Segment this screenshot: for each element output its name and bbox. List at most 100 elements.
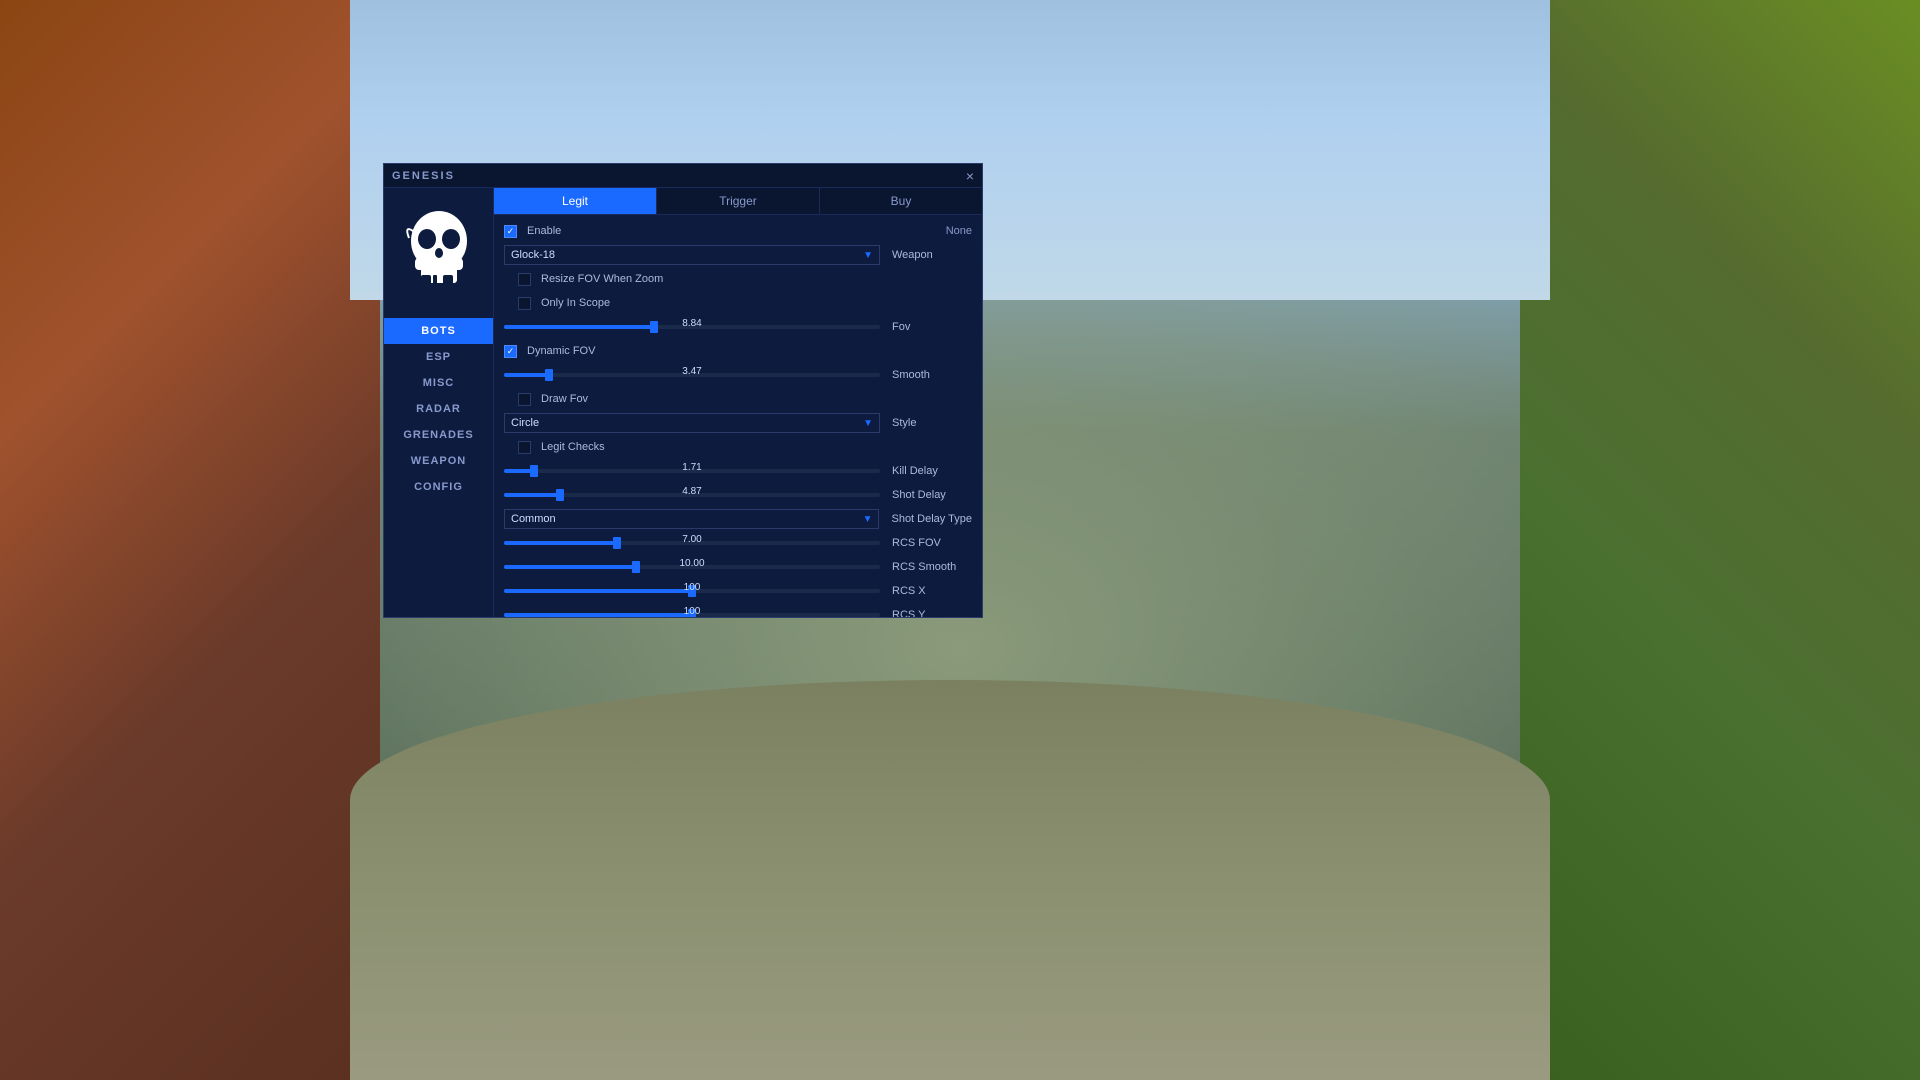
rcs-smooth-slider-thumb[interactable]	[632, 561, 640, 573]
kill-delay-slider-container: 1.71	[504, 464, 880, 478]
shot-delay-type-row: Common ▼ Shot Delay Type	[504, 509, 972, 529]
smooth-slider-fill	[504, 373, 549, 377]
resize-fov-row: Resize FOV When Zoom	[504, 269, 972, 289]
style-dropdown-arrow: ▼	[863, 418, 873, 429]
smooth-slider-track	[504, 373, 880, 377]
shot-delay-type-value: Common	[511, 513, 556, 525]
weapon-dropdown-arrow: ▼	[863, 250, 873, 261]
main-content: Legit Trigger Buy ✓ Enable None	[494, 188, 982, 617]
sidebar-item-esp[interactable]: ESP	[384, 344, 493, 370]
sidebar-item-config[interactable]: CONFIG	[384, 474, 493, 500]
rcs-y-slider-fill	[504, 613, 692, 617]
draw-fov-label: Draw Fov	[541, 393, 588, 405]
rcs-fov-slider-track	[504, 541, 880, 545]
sidebar-item-misc[interactable]: MISC	[384, 370, 493, 396]
rcs-y-slider-container: 100	[504, 608, 880, 617]
kill-delay-slider-thumb[interactable]	[530, 465, 538, 477]
tab-trigger[interactable]: Trigger	[657, 188, 820, 214]
draw-fov-wrapper: Draw Fov	[518, 393, 588, 406]
style-dropdown[interactable]: Circle ▼	[504, 413, 880, 433]
shot-delay-slider-container: 4.87	[504, 488, 880, 502]
rcs-fov-row: 7.00 RCS FOV	[504, 533, 972, 553]
fov-slider-track	[504, 325, 880, 329]
legit-checks-checkbox[interactable]	[518, 441, 531, 454]
weapon-label: Weapon	[892, 249, 972, 261]
fov-slider-thumb[interactable]	[650, 321, 658, 333]
only-in-scope-label: Only In Scope	[541, 297, 610, 309]
shot-delay-type-arrow: ▼	[863, 514, 873, 525]
only-in-scope-wrapper: Only In Scope	[518, 297, 610, 310]
tab-bar: Legit Trigger Buy	[494, 188, 982, 215]
resize-fov-label: Resize FOV When Zoom	[541, 273, 663, 285]
sidebar-item-bots[interactable]: BOTS	[384, 318, 493, 344]
legit-checks-wrapper: Legit Checks	[518, 441, 605, 454]
dynamic-fov-row: ✓ Dynamic FOV	[504, 341, 972, 361]
resize-fov-wrapper: Resize FOV When Zoom	[518, 273, 663, 286]
shot-delay-slider-thumb[interactable]	[556, 489, 564, 501]
only-in-scope-row: Only In Scope	[504, 293, 972, 313]
bg-ground	[350, 680, 1550, 1080]
rcs-y-slider-thumb[interactable]	[688, 609, 696, 617]
fov-row: 8.84 Fov	[504, 317, 972, 337]
sidebar: BOTS ESP MISC RADAR GRENADES WEAPON CONF…	[384, 188, 494, 617]
sidebar-item-weapon[interactable]: WEAPON	[384, 448, 493, 474]
legit-checks-label: Legit Checks	[541, 441, 605, 453]
rcs-y-label: RCS Y	[892, 609, 972, 617]
smooth-row: 3.47 Smooth	[504, 365, 972, 385]
fov-slider-container: 8.84	[504, 320, 880, 334]
settings-panel: ✓ Enable None Glock-18 ▼ Weapon	[494, 215, 982, 617]
rcs-smooth-slider-fill	[504, 565, 636, 569]
style-label: Style	[892, 417, 972, 429]
logo-area	[394, 198, 484, 308]
sidebar-nav: BOTS ESP MISC RADAR GRENADES WEAPON CONF…	[384, 318, 493, 500]
dynamic-fov-checkbox[interactable]: ✓	[504, 345, 517, 358]
rcs-smooth-slider-container: 10.00	[504, 560, 880, 574]
rcs-x-row: 100 RCS X	[504, 581, 972, 601]
smooth-slider-thumb[interactable]	[545, 369, 553, 381]
tab-legit[interactable]: Legit	[494, 188, 657, 214]
kill-delay-slider-track	[504, 469, 880, 473]
bg-right-building	[1520, 0, 1920, 1080]
rcs-fov-slider-thumb[interactable]	[613, 537, 621, 549]
window-title: GENESIS	[392, 170, 455, 182]
rcs-x-slider-thumb[interactable]	[688, 585, 696, 597]
rcs-smooth-row: 10.00 RCS Smooth	[504, 557, 972, 577]
shot-delay-slider-fill	[504, 493, 560, 497]
draw-fov-row: Draw Fov	[504, 389, 972, 409]
rcs-x-slider-track	[504, 589, 880, 593]
enable-checkbox[interactable]: ✓	[504, 225, 517, 238]
none-label: None	[946, 225, 972, 237]
smooth-slider-container: 3.47	[504, 368, 880, 382]
enable-label: Enable	[527, 225, 561, 237]
dynamic-fov-label: Dynamic FOV	[527, 345, 595, 357]
shot-delay-label: Shot Delay	[892, 489, 972, 501]
shot-delay-type-dropdown[interactable]: Common ▼	[504, 509, 879, 529]
kill-delay-label: Kill Delay	[892, 465, 972, 477]
close-button[interactable]: ×	[966, 169, 974, 183]
only-in-scope-checkbox[interactable]	[518, 297, 531, 310]
weapon-value: Glock-18	[511, 249, 555, 261]
tab-buy[interactable]: Buy	[820, 188, 982, 214]
weapon-dropdown[interactable]: Glock-18 ▼	[504, 245, 880, 265]
dynamic-fov-wrapper: ✓ Dynamic FOV	[504, 345, 595, 358]
enable-checkbox-wrapper: ✓ Enable	[504, 225, 561, 238]
titlebar: GENESIS ×	[384, 164, 982, 188]
rcs-y-slider-track	[504, 613, 880, 617]
rcs-x-slider-container: 100	[504, 584, 880, 598]
sidebar-item-grenades[interactable]: GRENADES	[384, 422, 493, 448]
style-value: Circle	[511, 417, 539, 429]
draw-fov-checkbox[interactable]	[518, 393, 531, 406]
resize-fov-checkbox[interactable]	[518, 273, 531, 286]
bg-left-building	[0, 0, 380, 1080]
fov-slider-fill	[504, 325, 654, 329]
window-body: BOTS ESP MISC RADAR GRENADES WEAPON CONF…	[384, 188, 982, 617]
enable-row: ✓ Enable None	[504, 221, 972, 241]
shot-delay-type-label: Shot Delay Type	[891, 513, 972, 525]
smooth-label: Smooth	[892, 369, 972, 381]
dynamic-fov-checkmark: ✓	[507, 347, 515, 356]
shot-delay-slider-track	[504, 493, 880, 497]
sidebar-item-radar[interactable]: RADAR	[384, 396, 493, 422]
rcs-fov-slider-container: 7.00	[504, 536, 880, 550]
skull-icon	[399, 203, 479, 303]
rcs-smooth-label: RCS Smooth	[892, 561, 972, 573]
